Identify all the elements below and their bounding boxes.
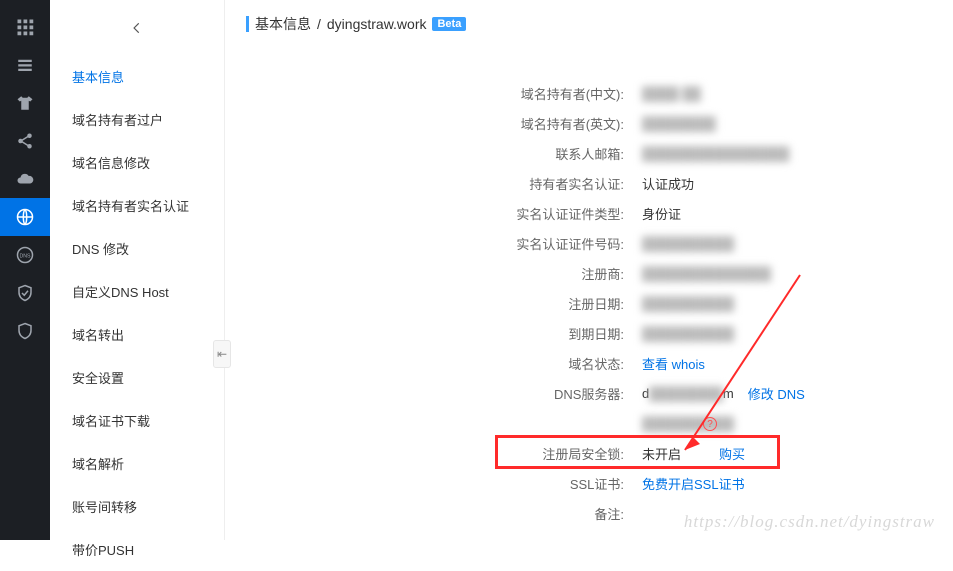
label-expdate: 到期日期: <box>240 324 630 343</box>
label-idtype: 实名认证证件类型: <box>240 204 630 223</box>
label-realname: 持有者实名认证: <box>240 174 630 193</box>
apps-icon[interactable] <box>0 8 50 46</box>
link-buy-lock[interactable]: 购买 <box>719 444 745 463</box>
watermark: https://blog.csdn.net/dyingstraw <box>684 512 935 532</box>
label-idnum: 实名认证证件号码: <box>240 234 630 253</box>
sidebar-item-transfer-out[interactable]: 域名转出 <box>50 313 224 356</box>
label-email: 联系人邮箱: <box>240 144 630 163</box>
label-owner-cn: 域名持有者(中文): <box>240 84 630 103</box>
shield-check-icon[interactable] <box>0 274 50 312</box>
sidebar-item-realname[interactable]: 域名持有者实名认证 <box>50 184 224 227</box>
label-regdate: 注册日期: <box>240 294 630 313</box>
value-email: ████████████████ <box>642 146 789 161</box>
breadcrumb-b: dyingstraw.work <box>327 16 427 32</box>
value-reglock: 未开启 <box>642 444 681 463</box>
label-remark: 备注: <box>240 504 630 523</box>
sidebar-item-dns-modify[interactable]: DNS 修改 <box>50 227 224 270</box>
sidebar-collapse-handle[interactable]: ⇤ <box>213 340 231 368</box>
shield-outline-icon[interactable] <box>0 312 50 350</box>
sidebar-item-transfer-owner[interactable]: 域名持有者过户 <box>50 98 224 141</box>
info-table: 域名持有者(中文): ████ ██ 域名持有者(英文): ████████ 联系人… <box>240 48 953 528</box>
list-icon[interactable] <box>0 46 50 84</box>
breadcrumb: 基本信息 / dyingstraw.work Beta <box>240 0 953 48</box>
sidebar-menu: 基本信息 域名持有者过户 域名信息修改 域名持有者实名认证 DNS 修改 自定义… <box>50 55 224 571</box>
sidebar-item-push[interactable]: 带价PUSH <box>50 528 224 571</box>
chevron-left-icon <box>130 16 144 40</box>
back-button[interactable] <box>50 0 224 55</box>
sidebar-item-cert-download[interactable]: 域名证书下载 <box>50 399 224 442</box>
svg-text:DNS: DNS <box>19 253 31 259</box>
globe-icon[interactable] <box>0 198 50 236</box>
value-dns: d████████m <box>642 386 734 401</box>
value-regdate: ██████████ <box>642 296 734 311</box>
sidebar-item-basic[interactable]: 基本信息 <box>50 55 224 98</box>
sidebar-item-account-transfer[interactable]: 账号间转移 <box>50 485 224 528</box>
label-registrar: 注册商: <box>240 264 630 283</box>
link-enable-ssl[interactable]: 免费开启SSL证书 <box>642 474 745 493</box>
value-expdate: ██████████ <box>642 326 734 341</box>
cloud-icon[interactable] <box>0 160 50 198</box>
value-dns2: ██████████ <box>642 416 734 431</box>
label-ssl: SSL证书: <box>240 474 630 493</box>
sidebar-item-custom-dns[interactable]: 自定义DNS Host <box>50 270 224 313</box>
help-icon[interactable]: ? <box>703 417 717 431</box>
tshirt-icon[interactable] <box>0 84 50 122</box>
main-content: 基本信息 / dyingstraw.work Beta 域名持有者(中文): ██… <box>240 0 953 540</box>
value-registrar: ██████████████ <box>642 266 771 281</box>
link-modify-dns[interactable]: 修改 DNS <box>748 384 805 403</box>
sidebar: 基本信息 域名持有者过户 域名信息修改 域名持有者实名认证 DNS 修改 自定义… <box>50 0 225 540</box>
value-idnum: ██████████ <box>642 236 734 251</box>
label-status: 域名状态: <box>240 354 630 373</box>
value-owner-en: ████████ <box>642 116 716 131</box>
beta-badge: Beta <box>432 17 466 31</box>
label-reglock: 注册局安全锁: <box>240 444 630 463</box>
value-idtype: 身份证 <box>642 204 681 223</box>
sidebar-item-dns-resolve[interactable]: 域名解析 <box>50 442 224 485</box>
value-realname: 认证成功 <box>642 174 694 193</box>
breadcrumb-sep: / <box>317 16 321 32</box>
value-owner-cn: ████ ██ <box>642 86 701 101</box>
share-icon[interactable] <box>0 122 50 160</box>
breadcrumb-accent <box>246 16 249 32</box>
breadcrumb-a: 基本信息 <box>255 14 311 34</box>
link-whois[interactable]: 查看 whois <box>642 354 705 373</box>
label-owner-en: 域名持有者(英文): <box>240 114 630 133</box>
dns-icon[interactable]: DNS <box>0 236 50 274</box>
label-dns: DNS服务器: <box>240 384 630 403</box>
left-iconbar: DNS <box>0 0 50 540</box>
sidebar-item-security[interactable]: 安全设置 <box>50 356 224 399</box>
sidebar-item-edit-info[interactable]: 域名信息修改 <box>50 141 224 184</box>
